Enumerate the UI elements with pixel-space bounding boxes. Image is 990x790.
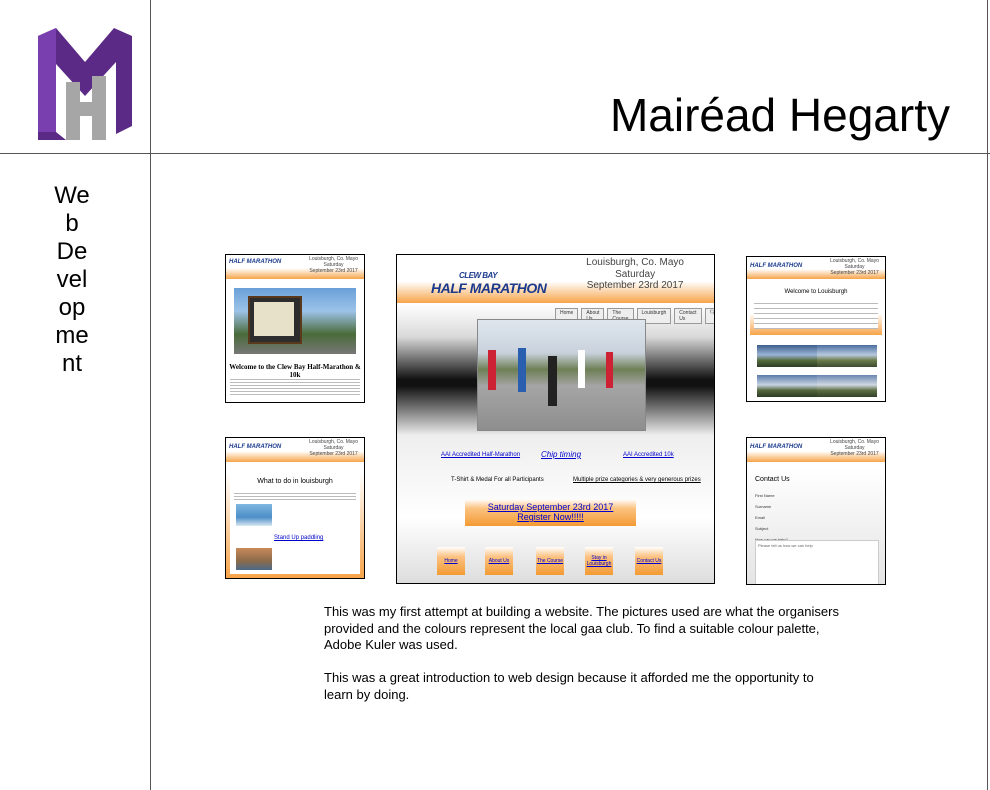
date-text: September 23rd 2017 — [309, 267, 358, 274]
contact-form: First Name Surname Email Subject How can… — [755, 490, 875, 545]
subject-label: Subject — [755, 526, 769, 531]
footer-btn-course[interactable]: The Course — [536, 547, 564, 575]
first-name-label: First Name — [755, 493, 775, 498]
noticeboard-photo — [234, 288, 356, 354]
location-text: Louisburgh, Co. Mayo — [586, 257, 684, 268]
website-screenshot-welcome: HALF MARATHON Louisburgh, Co. Mayo Satur… — [225, 254, 365, 403]
brand-text: HALF MARATHON — [229, 259, 282, 265]
footer-btn-about[interactable]: About Us — [485, 547, 513, 575]
message-textarea[interactable]: Please tell us how we can help — [755, 540, 879, 584]
description-paragraph-1: This was my first attempt at building a … — [324, 604, 839, 652]
right-border — [987, 0, 988, 790]
paddling-photo — [236, 504, 272, 526]
search-icon[interactable]: 🔍︎ — [704, 308, 714, 324]
register-date: Saturday September 23rd 2017 — [487, 502, 614, 512]
link-half-marathon[interactable]: AAI Accredited Half-Marathon — [441, 452, 520, 458]
scenic-photo-3 — [757, 375, 817, 397]
contact-heading: Contact Us — [755, 476, 790, 483]
surname-label: Surname — [755, 504, 772, 509]
description-text: This was my first attempt at building a … — [324, 604, 844, 720]
filler-text — [230, 377, 360, 397]
runners-photo — [477, 319, 646, 431]
section-label-vertical: Web Development — [54, 182, 90, 377]
date-text: September 23rd 2017 — [586, 280, 684, 291]
mh-monogram-logo — [38, 28, 132, 140]
activity-photo — [236, 548, 272, 570]
website-screenshot-contact: HALF MARATHON Louisburgh, Co. Mayo Satur… — [746, 437, 886, 585]
website-screenshot-home: CLEW BAY HALF MARATHON Louisburgh, Co. M… — [396, 254, 715, 584]
link-chip-timing[interactable]: Chip timing — [541, 450, 581, 459]
feature-tshirt: T-Shirt & Medal For all Participants — [451, 477, 544, 483]
website-screenshot-louisburgh: HALF MARATHON Louisburgh, Co. Mayo Satur… — [746, 256, 886, 402]
horizontal-divider — [0, 153, 990, 154]
scenic-photo-1 — [757, 345, 817, 367]
feature-prizes: Multiple prize categories & very generou… — [573, 477, 701, 483]
things-to-do-heading: What to do in louisburgh — [257, 478, 333, 485]
scenic-photo-4 — [817, 375, 877, 397]
things-to-do-panel: What to do in louisburgh Stand Up paddli… — [230, 468, 360, 574]
scenic-photo-2 — [817, 345, 877, 367]
brand-top-text: CLEW BAY — [459, 271, 498, 280]
description-paragraph-2: This was a great introduction to web des… — [324, 670, 814, 702]
page-title: Mairéad Hegarty — [609, 89, 950, 141]
brand-main-text: HALF MARATHON — [431, 280, 547, 296]
nav-contact[interactable]: Contact Us — [674, 308, 702, 324]
link-10k[interactable]: AAI Accredited 10k — [623, 452, 674, 458]
email-label: Email — [755, 515, 766, 520]
vertical-divider — [150, 0, 151, 790]
register-button[interactable]: Saturday September 23rd 2017 Register No… — [465, 499, 636, 526]
website-screenshot-things-to-do: HALF MARATHON Louisburgh, Co. Mayo Satur… — [225, 437, 365, 579]
louisburgh-welcome: Welcome to Louisburgh — [750, 287, 882, 335]
register-label: Register Now!!!!! — [517, 512, 584, 522]
footer-btn-stay[interactable]: Stay in Louisburgh — [585, 547, 613, 575]
footer-btn-home[interactable]: Home — [437, 547, 465, 575]
day-text: Saturday — [615, 268, 656, 280]
stand-up-paddling-link[interactable]: Stand Up paddling — [274, 535, 323, 541]
footer-btn-contact[interactable]: Contact Us — [635, 547, 663, 575]
